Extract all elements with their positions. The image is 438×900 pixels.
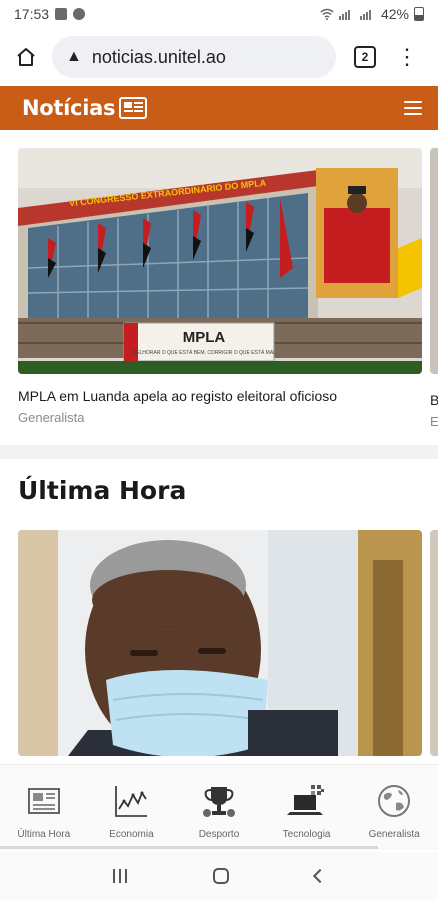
address-bar[interactable]: ▲ noticias.unitel.ao: [52, 36, 336, 78]
scroll-indicator: [0, 846, 378, 849]
next-latest-article-image[interactable]: [430, 530, 438, 756]
laptop-icon: [286, 785, 324, 815]
trophy-icon: [202, 787, 235, 817]
signal-icon: [338, 10, 350, 20]
battery-percent: 42%: [380, 6, 409, 22]
url-text: noticias.unitel.ao: [91, 46, 226, 67]
line-chart-icon: [115, 786, 148, 817]
tab-switcher-button[interactable]: 2: [354, 46, 376, 68]
nav-generalista[interactable]: Generalista: [350, 765, 438, 850]
status-time: 17:53: [14, 6, 50, 22]
battery-icon: [414, 7, 424, 21]
nav-ultima-hora[interactable]: Última Hora: [0, 765, 88, 850]
sign-subtitle: MELHORAR O QUE ESTÁ BEM, CORRIGIR O QUE …: [132, 349, 276, 356]
featured-image[interactable]: MPLA MELHORAR O QUE ESTÁ BEM, CORRIGIR O…: [18, 148, 422, 374]
skype-icon: [73, 8, 86, 20]
signal-icon-2: [359, 10, 371, 20]
browser-menu-button[interactable]: ⋮: [396, 46, 418, 68]
next-article-title[interactable]: B: [430, 392, 438, 408]
status-bar: 17:53 42%: [0, 0, 438, 28]
newspaper-icon: [27, 788, 60, 814]
site-logo[interactable]: Notícias: [22, 96, 115, 120]
latest-article-image[interactable]: [18, 530, 422, 756]
hamburger-menu-button[interactable]: [404, 101, 422, 115]
gallery-icon: [55, 8, 68, 20]
warning-icon: ▲: [66, 48, 82, 65]
nav-label: Última Hora: [17, 829, 71, 840]
next-article-image[interactable]: [430, 148, 438, 374]
section-divider: [0, 445, 438, 459]
nav-desporto[interactable]: Desporto: [175, 765, 263, 850]
home-button[interactable]: [10, 41, 42, 73]
recents-button[interactable]: [113, 869, 127, 883]
globe-icon: [378, 785, 411, 817]
nav-label: Generalista: [368, 829, 420, 840]
newspaper-logo-icon: [119, 97, 148, 119]
next-article-category: E: [430, 414, 438, 429]
wifi-icon: [320, 8, 334, 20]
sign-title: MPLA: [183, 329, 226, 346]
site-header: Notícias: [0, 86, 438, 130]
bottom-navigation: Última Hora Economia Desporto Tecnologia: [0, 764, 438, 850]
nav-tecnologia[interactable]: Tecnologia: [263, 765, 351, 850]
system-navigation-bar: [0, 852, 438, 900]
nav-label: Economia: [109, 829, 154, 840]
nav-label: Tecnologia: [282, 829, 331, 840]
masked-man-photo: [18, 530, 422, 756]
featured-article[interactable]: MPLA MELHORAR O QUE ESTÁ BEM, CORRIGIR O…: [18, 148, 422, 425]
system-home-button[interactable]: [213, 868, 229, 884]
nav-label: Desporto: [198, 829, 240, 840]
section-title: Última Hora: [18, 476, 187, 505]
browser-toolbar: ▲ noticias.unitel.ao 2 ⋮: [0, 28, 438, 86]
featured-article-category: Generalista: [18, 410, 85, 425]
home-icon: [17, 48, 35, 66]
featured-article-title[interactable]: MPLA em Luanda apela ao registo eleitora…: [18, 388, 422, 404]
mpla-building-photo: MPLA MELHORAR O QUE ESTÁ BEM, CORRIGIR O…: [18, 148, 422, 374]
back-button[interactable]: [312, 868, 328, 884]
nav-economia[interactable]: Economia: [88, 765, 176, 850]
